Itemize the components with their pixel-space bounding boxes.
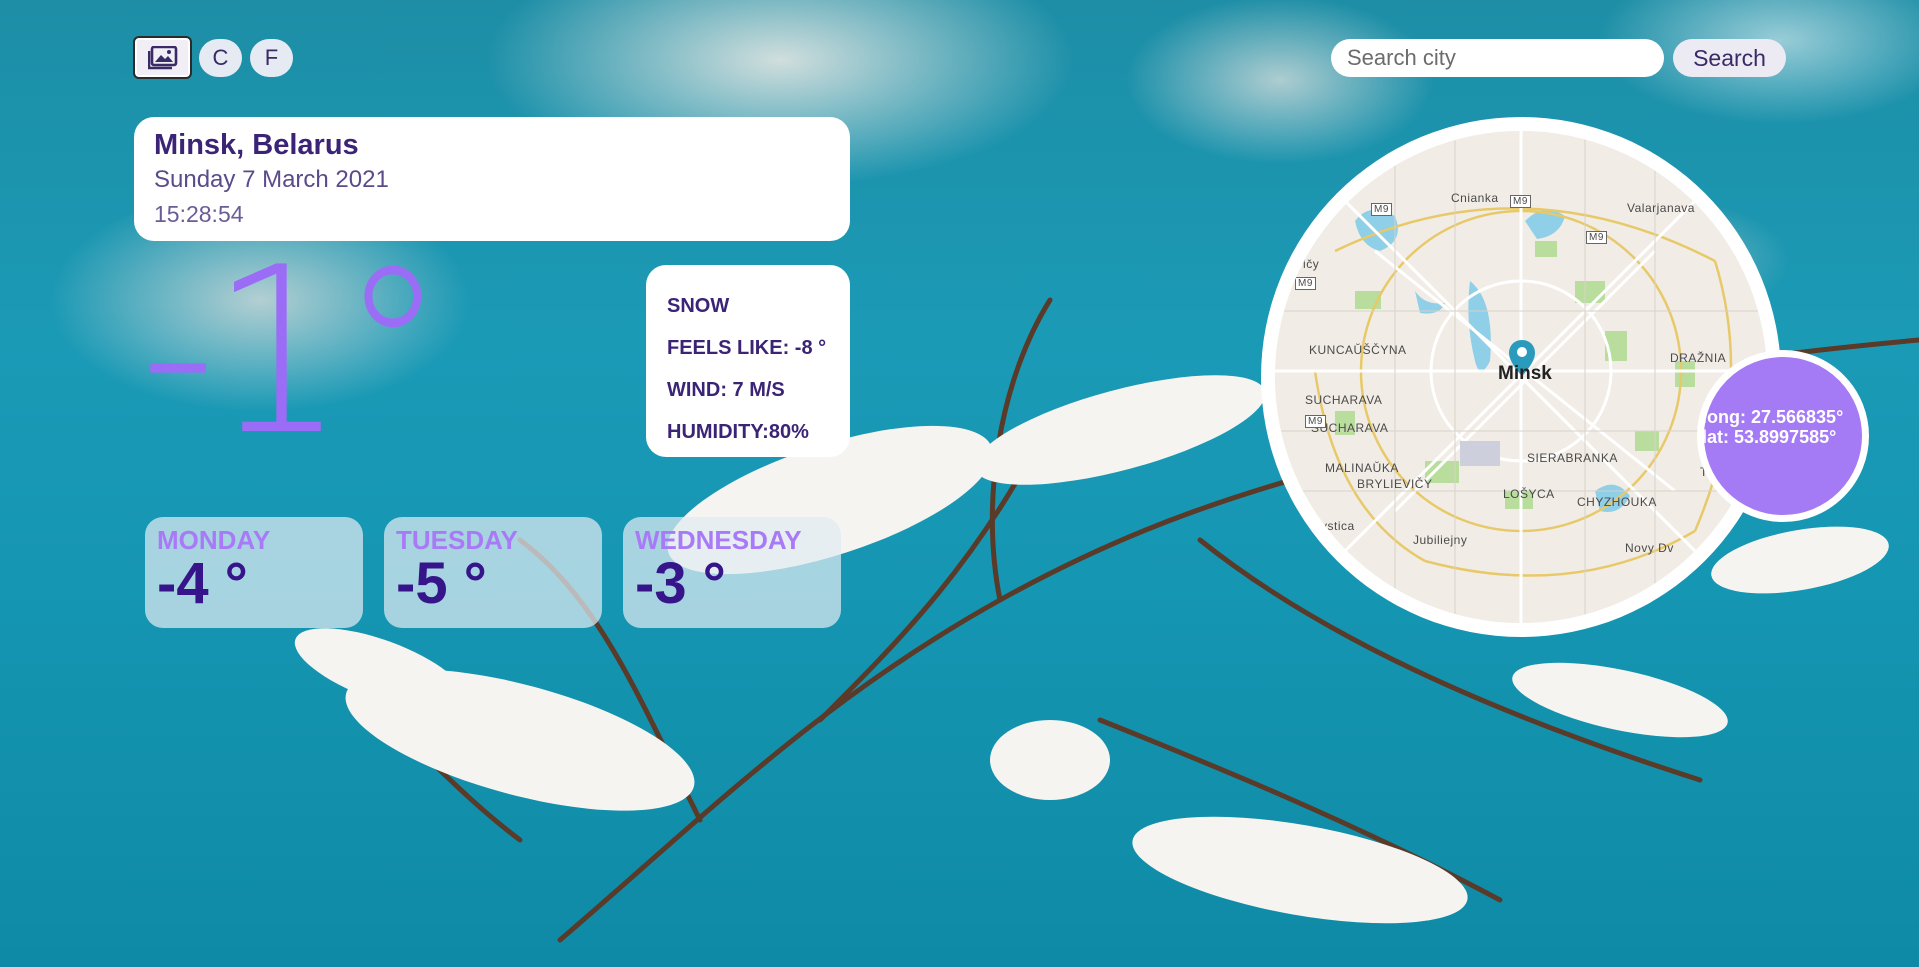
- forecast-temp: -4 °: [157, 551, 248, 616]
- road-label: M9: [1371, 203, 1392, 216]
- longitude: long: 27.566835°: [1702, 407, 1844, 427]
- map-label: BRYLIEVIČY: [1357, 477, 1433, 491]
- forecast-card: MONDAY -4 °: [145, 517, 363, 628]
- map-city-label: Minsk: [1498, 363, 1552, 384]
- map-label: LOŠYCA: [1503, 487, 1555, 501]
- road-label: M9: [1510, 195, 1531, 208]
- conditions-card: SNOW FEELS LIKE: -8 ° WIND: 7 M/S HUMIDI…: [646, 265, 850, 457]
- city-map[interactable]: Cnianka Valarjanava anovičy KUNCAŬŠČYNA …: [1261, 117, 1781, 637]
- celsius-button[interactable]: C: [199, 39, 242, 77]
- coordinates-badge: long: 27.566835° lat: 53.8997585°: [1697, 350, 1869, 522]
- wind-speed: WIND: 7 M/S: [667, 379, 785, 401]
- city-name: Minsk, Belarus: [154, 129, 359, 161]
- map-label: Jubiliejny: [1413, 533, 1468, 547]
- forecast-card: TUESDAY -5 °: [384, 517, 602, 628]
- map-label: ystica: [1321, 519, 1355, 533]
- map-label: DRAŽNIA: [1670, 351, 1727, 365]
- humidity: HUMIDITY:80%: [667, 421, 809, 443]
- map-label: SIERABRANKA: [1527, 451, 1618, 465]
- map-label: MALINAŬKA: [1325, 461, 1399, 475]
- road-label: M9: [1305, 415, 1326, 428]
- map-label: Novy Dv: [1625, 541, 1674, 555]
- search-button[interactable]: Search: [1673, 39, 1786, 77]
- map-viewport[interactable]: Cnianka Valarjanava anovičy KUNCAŬŠČYNA …: [1275, 131, 1767, 623]
- search-city-input[interactable]: [1331, 39, 1664, 77]
- image-icon: [147, 45, 177, 69]
- map-label: SUCHARAVA: [1305, 393, 1383, 407]
- forecast-temp: -3 °: [635, 551, 726, 616]
- weather-condition: SNOW: [667, 295, 730, 317]
- map-label: anovičy: [1275, 257, 1320, 271]
- road-label: M9: [1586, 231, 1607, 244]
- latitude: lat: 53.8997585°: [1702, 427, 1837, 447]
- current-temperature: -1°: [140, 219, 446, 486]
- road-label: M9: [1295, 277, 1316, 290]
- map-label: CHYZHOUKA: [1577, 495, 1657, 509]
- fahrenheit-button[interactable]: F: [250, 39, 293, 77]
- map-label: KUNCAŬŠČYNA: [1309, 343, 1407, 357]
- map-label: Cnianka: [1451, 191, 1499, 205]
- feels-like: FEELS LIKE: -8 °: [667, 337, 827, 359]
- change-background-button[interactable]: [133, 36, 192, 79]
- forecast-card: WEDNESDAY -3 °: [623, 517, 841, 628]
- map-label: Valarjanava: [1627, 201, 1695, 215]
- current-date: Sunday 7 March 2021: [154, 166, 389, 193]
- forecast-temp: -5 °: [396, 551, 487, 616]
